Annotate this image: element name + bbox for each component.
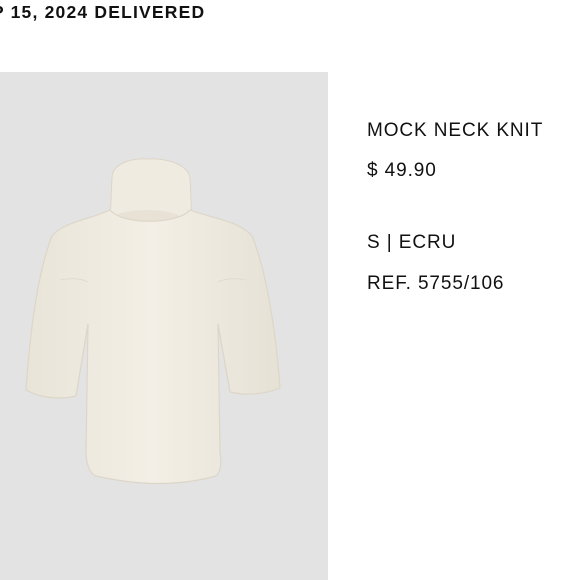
product-image[interactable]	[0, 72, 328, 580]
product-reference: REF. 5755/106	[367, 273, 505, 294]
order-status-header: P 15, 2024 DELIVERED	[0, 0, 580, 26]
order-status-text: P 15, 2024 DELIVERED	[0, 2, 206, 22]
product-name[interactable]: MOCK NECK KNIT	[367, 120, 543, 142]
product-size-color: S | ECRU	[367, 232, 457, 253]
knit-sweater-image	[25, 158, 281, 485]
product-price: $ 49.90	[367, 160, 437, 181]
